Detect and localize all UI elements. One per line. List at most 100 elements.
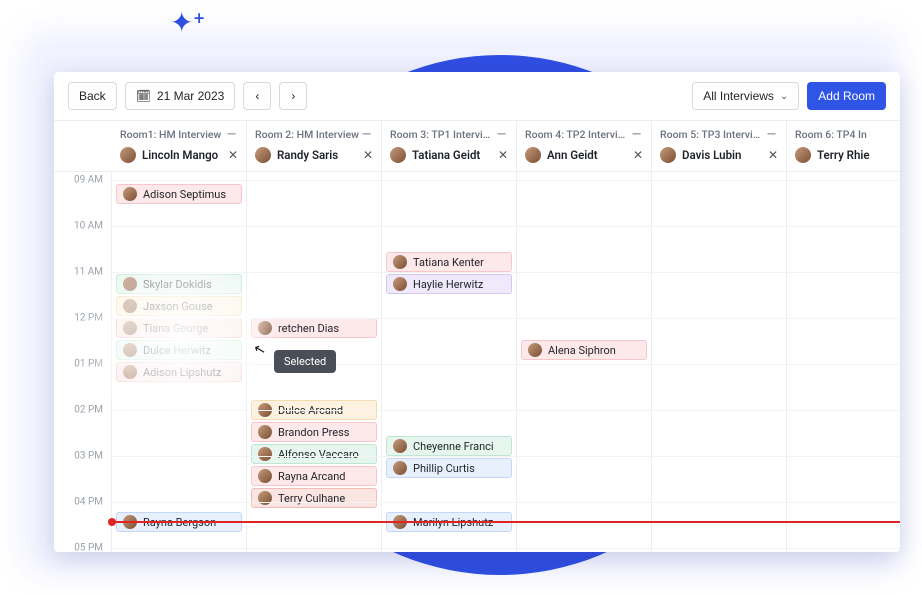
event-name: Tiana George xyxy=(143,322,208,335)
time-label: 04 PM xyxy=(74,497,103,508)
hour-gridline xyxy=(112,456,900,457)
remove-room-button[interactable]: — xyxy=(765,127,778,141)
event-name: retchen Dias xyxy=(278,322,339,335)
selected-tooltip: Selected xyxy=(274,350,336,373)
avatar xyxy=(393,439,407,453)
time-label: 11 AM xyxy=(74,267,103,278)
room-header: Room1: HM Interview—Lincoln Mango✕ xyxy=(112,121,247,171)
avatar xyxy=(123,299,137,313)
clear-interviewer-button[interactable]: ✕ xyxy=(363,148,373,162)
avatar xyxy=(393,255,407,269)
avatar xyxy=(258,469,272,483)
room-column-1[interactable]: Adison Septimus Skylar Dokidis Jaxson Gous… xyxy=(112,172,247,552)
event-pill[interactable]: Dulce Herwitz xyxy=(116,340,242,360)
event-pill[interactable]: Adison Septimus xyxy=(116,184,242,204)
avatar xyxy=(123,343,137,357)
avatar xyxy=(123,321,137,335)
prev-day-button[interactable]: ‹ xyxy=(243,82,271,110)
event-pill[interactable]: Adison Lipshutz xyxy=(116,362,242,382)
room-column-4[interactable]: Alena Siphron xyxy=(517,172,652,552)
avatar xyxy=(528,343,542,357)
room-column-6[interactable] xyxy=(787,172,900,552)
room-header: Room 5: TP3 Interview—Davis Lubin✕ xyxy=(652,121,787,171)
event-pill[interactable]: Tatiana Kenter xyxy=(386,252,512,272)
filter-dropdown[interactable]: All Interviews ⌄ xyxy=(692,82,799,110)
avatar xyxy=(120,147,136,163)
hour-gridline xyxy=(112,502,900,503)
hour-gridline xyxy=(112,272,900,273)
avatar xyxy=(795,147,811,163)
event-name: Rayna Arcand xyxy=(278,470,346,483)
event-name: Tatiana Kenter xyxy=(413,256,484,269)
avatar xyxy=(258,447,272,461)
avatar xyxy=(393,277,407,291)
current-time-line xyxy=(112,521,900,523)
room-header: Room 2: HM Interview— Randy Saris ✕ xyxy=(247,121,382,171)
event-pill[interactable]: Terry Culhane xyxy=(251,488,377,508)
clear-interviewer-button[interactable]: ✕ xyxy=(633,148,643,162)
interviewer-name: Randy Saris xyxy=(277,148,338,162)
event-pill[interactable]: Phillip Curtis xyxy=(386,458,512,478)
remove-room-button[interactable]: — xyxy=(360,127,373,141)
filter-label: All Interviews xyxy=(703,89,774,103)
event-name: Alfonso Vaccaro xyxy=(278,448,359,461)
time-label: 05 PM xyxy=(74,543,103,553)
room-header: Room 6: TP4 In—Terry Rhie✕ xyxy=(787,121,900,171)
room-title: Room 2: HM Interview xyxy=(255,128,359,141)
event-pill[interactable]: Alfonso Vaccaro xyxy=(251,444,377,464)
room-column-3[interactable]: Tatiana Kenter Haylie Herwitz Cheyenne Fra… xyxy=(382,172,517,552)
avatar xyxy=(390,147,406,163)
room-header-row: Room1: HM Interview—Lincoln Mango✕Room 2… xyxy=(54,121,900,172)
event-name: Dulce Herwitz xyxy=(143,344,211,357)
event-pill[interactable]: Cheyenne Franci xyxy=(386,436,512,456)
hour-gridline xyxy=(112,548,900,549)
avatar xyxy=(123,365,137,379)
avatar xyxy=(393,461,407,475)
room-column-5[interactable] xyxy=(652,172,787,552)
clear-interviewer-button[interactable]: ✕ xyxy=(228,148,238,162)
time-label: 03 PM xyxy=(74,451,103,462)
event-name: Phillip Curtis xyxy=(413,462,475,475)
time-axis: 09 AM10 AM11 AM12 PM01 PM02 PM03 PM04 PM… xyxy=(54,172,112,552)
hour-gridline xyxy=(112,410,900,411)
time-label: 09 AM xyxy=(74,175,103,186)
event-pill[interactable]: retchen Dias xyxy=(251,318,377,338)
schedule-grid: 09 AM10 AM11 AM12 PM01 PM02 PM03 PM04 PM… xyxy=(54,172,900,552)
time-label: 10 AM xyxy=(74,221,103,232)
event-pill[interactable]: Rayna Arcand xyxy=(251,466,377,486)
add-room-button[interactable]: Add Room xyxy=(807,82,886,110)
event-pill[interactable]: Haylie Herwitz xyxy=(386,274,512,294)
avatar xyxy=(258,425,272,439)
clear-interviewer-button[interactable]: ✕ xyxy=(768,148,778,162)
remove-room-button[interactable]: — xyxy=(495,127,508,141)
avatar xyxy=(123,187,137,201)
event-pill[interactable]: Skylar Dokidis xyxy=(116,274,242,294)
interviewer-name: Ann Geidt xyxy=(547,148,598,162)
event-name: Cheyenne Franci xyxy=(413,440,494,453)
back-button[interactable]: Back xyxy=(68,82,117,110)
remove-room-button[interactable]: — xyxy=(225,127,238,141)
next-day-button[interactable]: › xyxy=(279,82,307,110)
interviewer-name: Terry Rhie xyxy=(817,148,870,162)
event-pill[interactable]: Brandon Press xyxy=(251,422,377,442)
event-name: Alena Siphron xyxy=(548,344,616,357)
room-title: Room 3: TP1 Interview xyxy=(390,128,495,141)
event-pill[interactable]: Jaxson Gouse xyxy=(116,296,242,316)
date-picker-button[interactable]: 🗓 21 Mar 2023 xyxy=(125,82,236,110)
hour-gridline xyxy=(112,364,900,365)
room-columns: Adison Septimus Skylar Dokidis Jaxson Gous… xyxy=(112,172,900,552)
event-name: Jaxson Gouse xyxy=(143,300,213,313)
time-label: 02 PM xyxy=(74,405,103,416)
chevron-down-icon: ⌄ xyxy=(780,91,788,102)
event-name: Haylie Herwitz xyxy=(413,278,483,291)
event-name: Brandon Press xyxy=(278,426,349,439)
chevron-left-icon: ‹ xyxy=(255,89,259,103)
event-pill[interactable]: Alena Siphron xyxy=(521,340,647,360)
event-pill[interactable]: Tiana George xyxy=(116,318,242,338)
remove-room-button[interactable]: — xyxy=(630,127,643,141)
chevron-right-icon: › xyxy=(291,89,295,103)
event-name: Adison Lipshutz xyxy=(143,366,221,379)
current-time-dot xyxy=(108,518,116,526)
interviewer-name: Tatiana Geidt xyxy=(412,148,480,162)
clear-interviewer-button[interactable]: ✕ xyxy=(498,148,508,162)
